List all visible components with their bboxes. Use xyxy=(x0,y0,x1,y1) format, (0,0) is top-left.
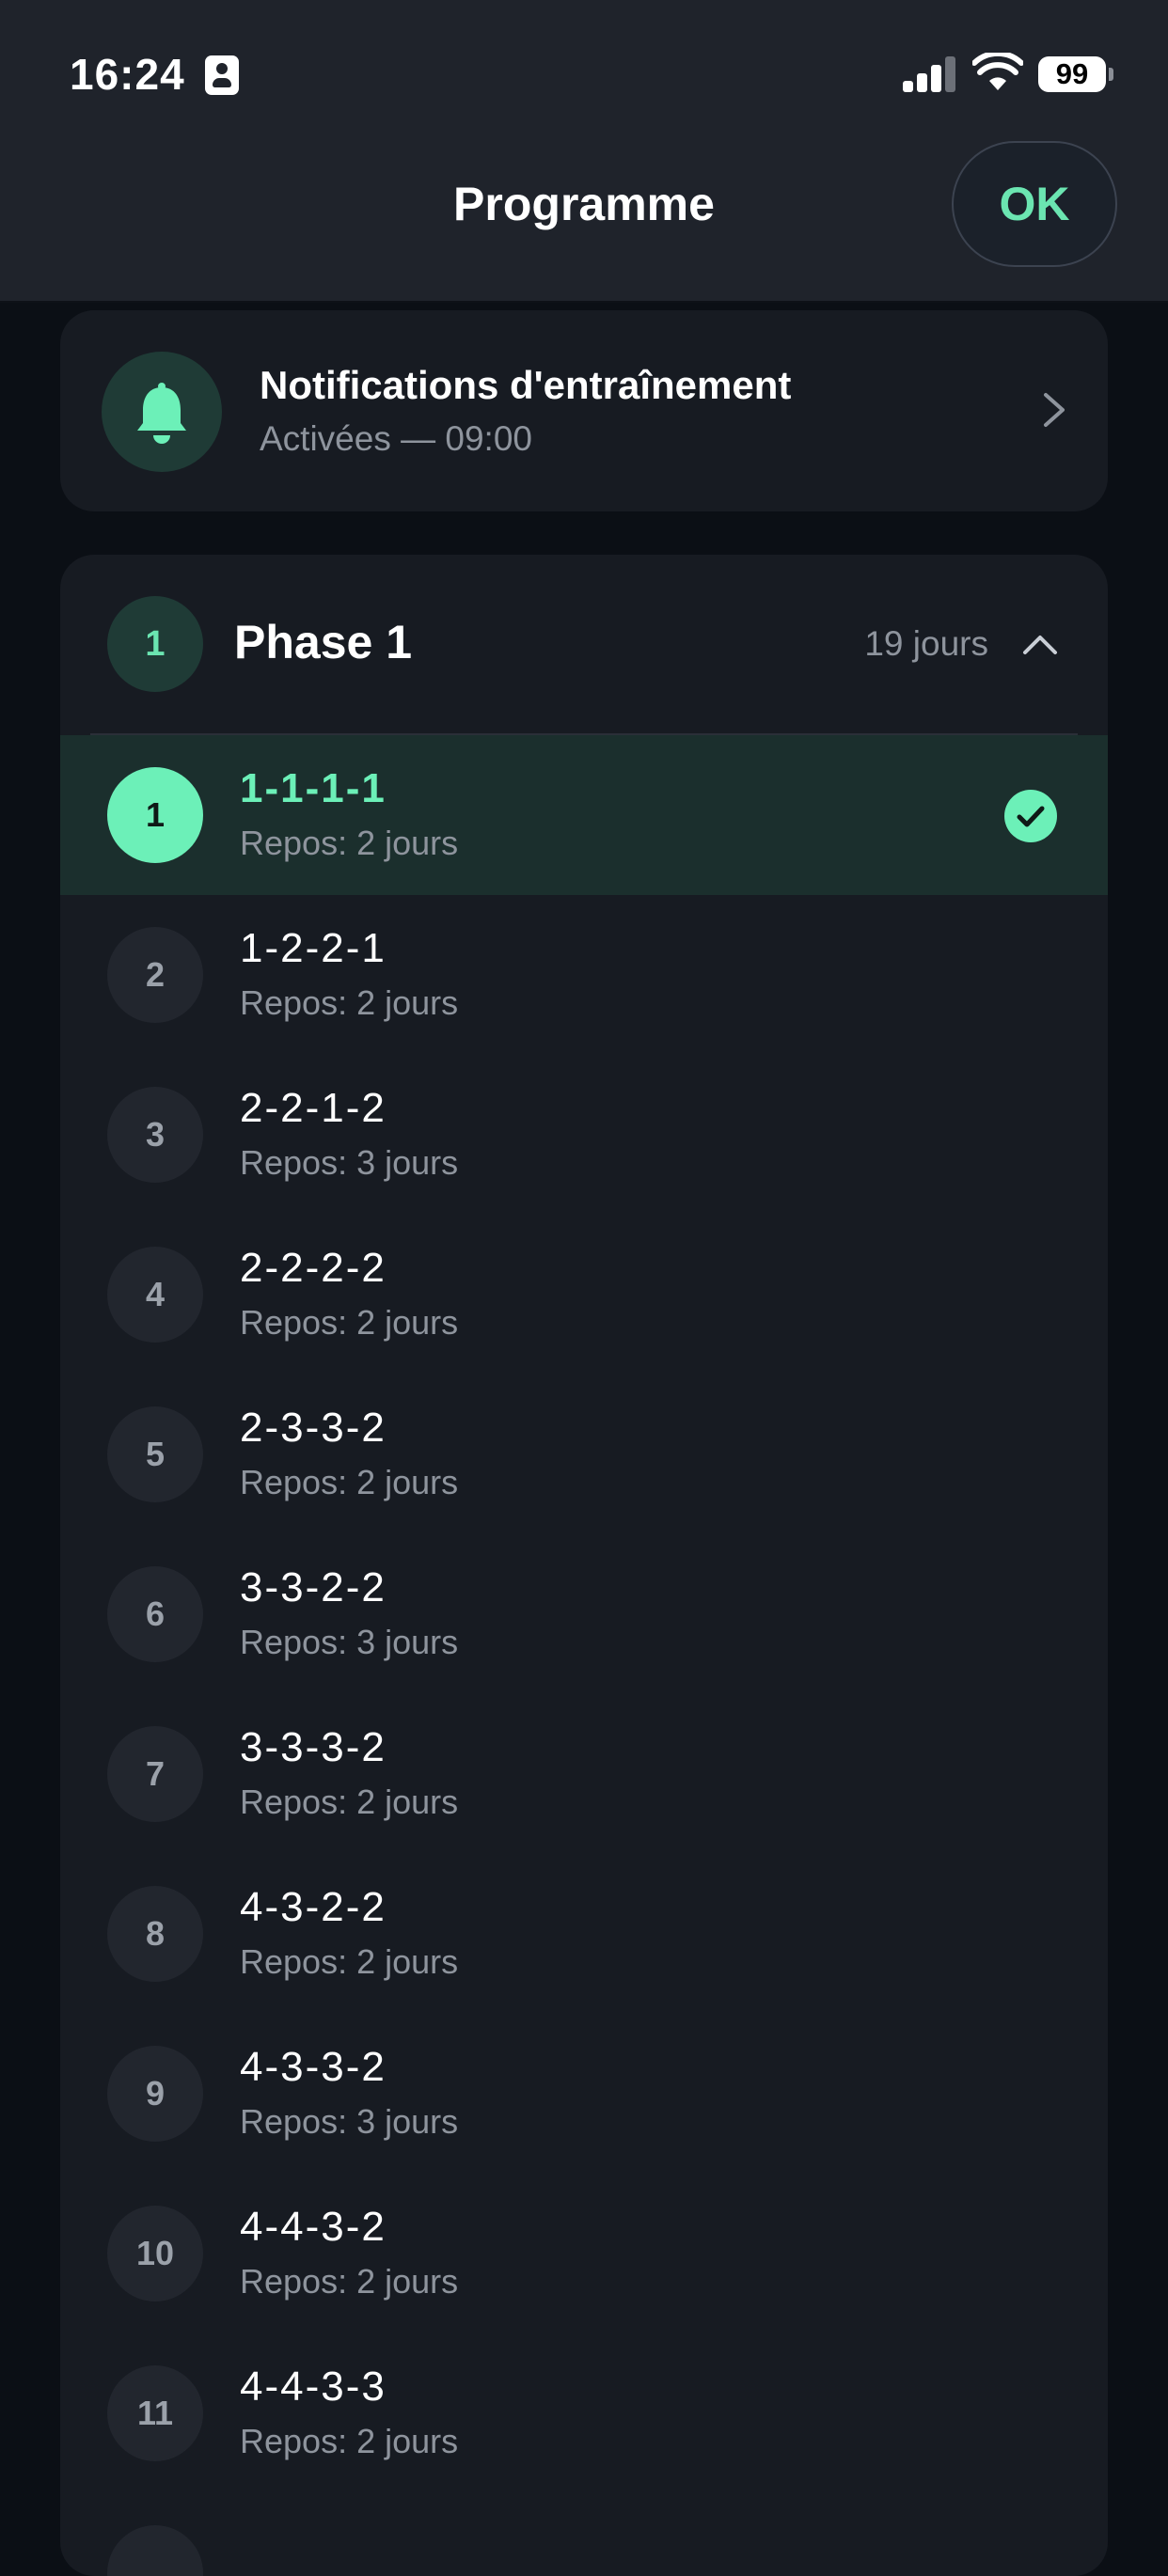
phase-card: 1 Phase 1 19 jours 1 1-1-1-1 Repos: 2 jo… xyxy=(60,555,1108,2576)
chevron-up-icon[interactable] xyxy=(1019,632,1061,658)
session-number-badge: 4 xyxy=(107,1247,203,1343)
session-rest: Repos: 2 jours xyxy=(240,2422,459,2460)
session-list: 1 1-1-1-1 Repos: 2 jours 2 1-2-2-1 Repos… xyxy=(60,735,1108,2576)
session-number-badge: 10 xyxy=(107,2206,203,2301)
chevron-right-icon xyxy=(1044,393,1065,427)
session-title: 2-2-2-2 xyxy=(240,1245,387,1291)
session-title: 1-1-1-1 xyxy=(240,765,387,811)
phase-number-badge: 1 xyxy=(107,596,203,692)
person-badge-icon xyxy=(205,55,239,95)
session-number-badge: 3 xyxy=(107,1087,203,1183)
session-row[interactable] xyxy=(60,2493,1108,2576)
session-number-badge: 6 xyxy=(107,1566,203,1662)
session-rest: Repos: 2 jours xyxy=(240,824,459,862)
session-title: 2-2-1-2 xyxy=(240,1085,387,1131)
session-row[interactable]: 6 3-3-2-2 Repos: 3 jours xyxy=(60,1534,1108,1694)
session-number-badge: 1 xyxy=(107,767,203,863)
session-rest: Repos: 2 jours xyxy=(240,2262,459,2301)
session-row[interactable]: 5 2-3-3-2 Repos: 2 jours xyxy=(60,1374,1108,1534)
session-title: 4-4-3-2 xyxy=(240,2204,387,2250)
session-rest: Repos: 2 jours xyxy=(240,1303,459,1342)
session-row[interactable]: 11 4-4-3-3 Repos: 2 jours xyxy=(60,2333,1108,2493)
notifications-title: Notifications d'entraînement xyxy=(260,363,792,407)
session-title: 4-4-3-3 xyxy=(240,2364,387,2410)
checkmark-icon xyxy=(1004,790,1057,842)
session-rest: Repos: 2 jours xyxy=(240,1463,459,1501)
notifications-row[interactable]: Notifications d'entraînement Activées — … xyxy=(60,310,1108,511)
notifications-status: Activées — 09:00 xyxy=(260,419,532,458)
wifi-icon xyxy=(972,53,1023,90)
session-row[interactable]: 8 4-3-2-2 Repos: 2 jours xyxy=(60,1854,1108,2014)
session-number-badge: 7 xyxy=(107,1726,203,1822)
session-number-badge: 2 xyxy=(107,927,203,1023)
session-number-badge: 9 xyxy=(107,2046,203,2142)
session-row[interactable]: 7 3-3-3-2 Repos: 2 jours xyxy=(60,1694,1108,1854)
bell-icon xyxy=(102,352,222,472)
session-title: 2-3-3-2 xyxy=(240,1405,387,1451)
session-number-badge: 8 xyxy=(107,1886,203,1982)
battery-icon: 99 xyxy=(1038,56,1106,92)
session-row[interactable]: 4 2-2-2-2 Repos: 2 jours xyxy=(60,1215,1108,1374)
session-number-badge xyxy=(107,2525,203,2576)
navigation-bar: Programme OK xyxy=(0,141,1168,303)
session-row[interactable]: 2 1-2-2-1 Repos: 2 jours xyxy=(60,895,1108,1055)
session-title: 3-3-3-2 xyxy=(240,1724,387,1770)
session-title: 1-2-2-1 xyxy=(240,925,387,971)
cellular-signal-icon xyxy=(903,55,955,92)
session-rest: Repos: 2 jours xyxy=(240,1783,459,1821)
phase-title: Phase 1 xyxy=(234,616,413,668)
status-bar: 16:24 99 xyxy=(0,0,1168,141)
session-row[interactable]: 3 2-2-1-2 Repos: 3 jours xyxy=(60,1055,1108,1215)
session-rest: Repos: 3 jours xyxy=(240,2102,459,2141)
ok-button[interactable]: OK xyxy=(952,141,1117,267)
session-row[interactable]: 1 1-1-1-1 Repos: 2 jours xyxy=(60,735,1108,895)
session-rest: Repos: 3 jours xyxy=(240,1623,459,1661)
session-title: 4-3-3-2 xyxy=(240,2044,387,2090)
session-row[interactable]: 10 4-4-3-2 Repos: 2 jours xyxy=(60,2174,1108,2333)
session-row[interactable]: 9 4-3-3-2 Repos: 3 jours xyxy=(60,2014,1108,2174)
session-number-badge: 11 xyxy=(107,2365,203,2461)
session-rest: Repos: 2 jours xyxy=(240,1942,459,1981)
status-time: 16:24 xyxy=(70,50,185,99)
session-rest: Repos: 2 jours xyxy=(240,983,459,1022)
session-title: 3-3-2-2 xyxy=(240,1564,387,1610)
session-number-badge: 5 xyxy=(107,1406,203,1502)
session-rest: Repos: 3 jours xyxy=(240,1143,459,1182)
session-title: 4-3-2-2 xyxy=(240,1884,387,1930)
phase-duration: 19 jours xyxy=(864,624,988,663)
battery-tip xyxy=(1109,68,1113,81)
